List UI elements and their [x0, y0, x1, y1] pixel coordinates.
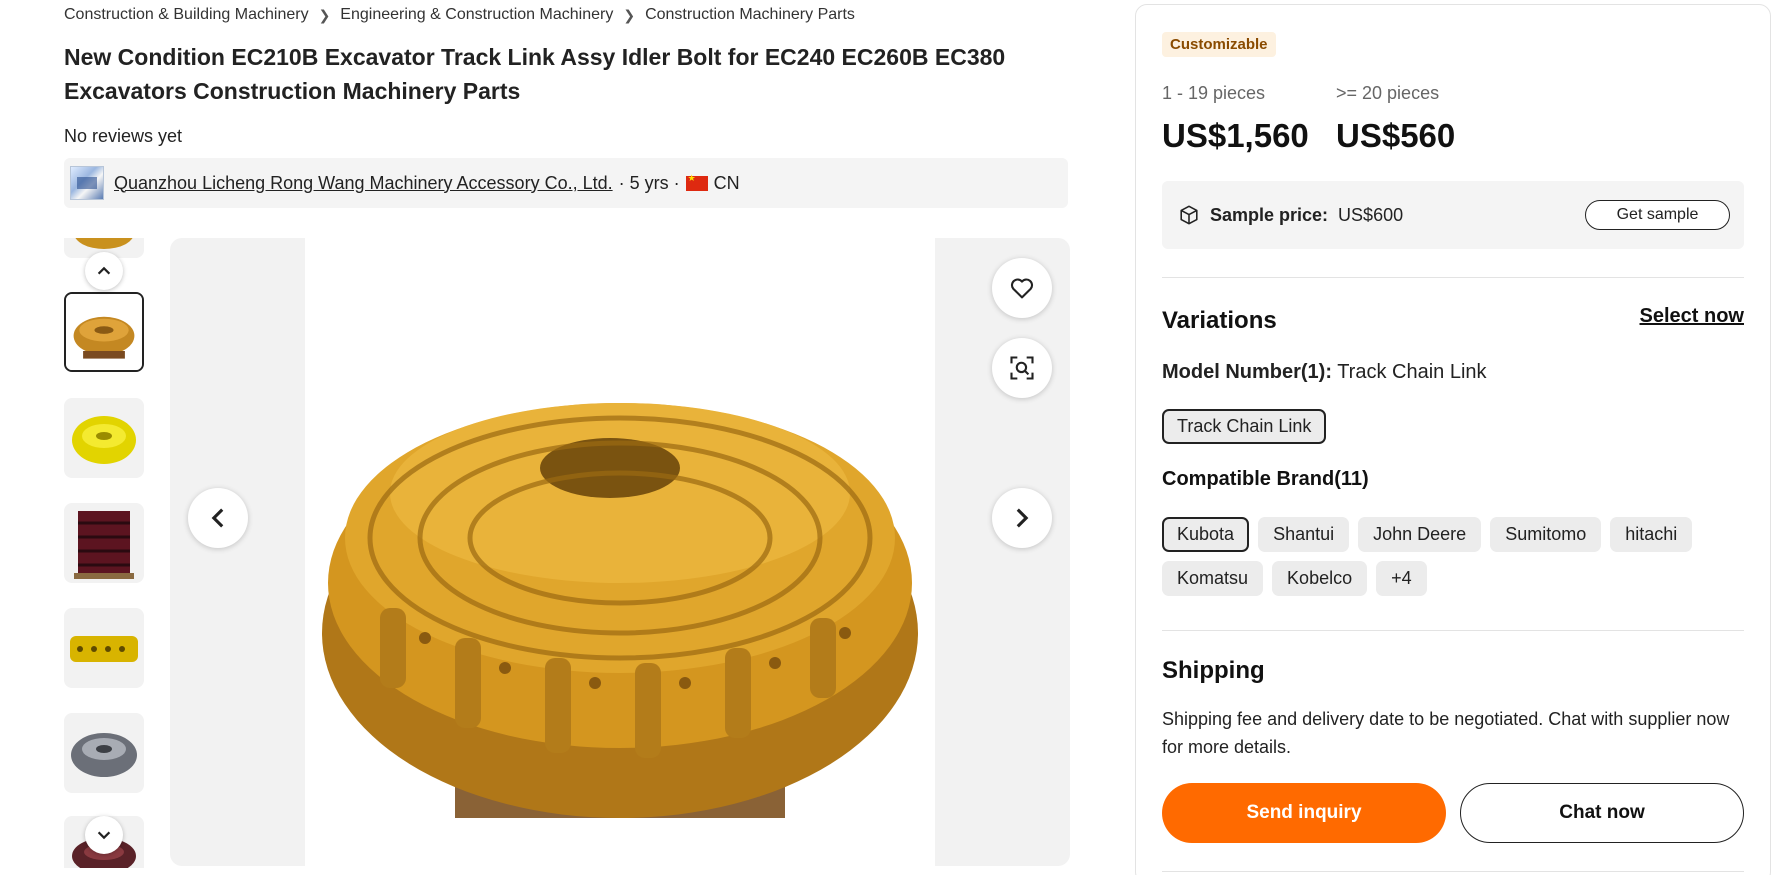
divider: [1162, 871, 1744, 872]
chevron-right-icon: ❯: [318, 6, 331, 23]
brand-option-chip[interactable]: John Deere: [1358, 517, 1482, 552]
breadcrumb-item[interactable]: Engineering & Construction Machinery: [340, 6, 613, 24]
brand-more-chip[interactable]: +4: [1376, 561, 1427, 596]
breadcrumb-item[interactable]: Construction Machinery Parts: [645, 6, 855, 24]
favorite-button[interactable]: [992, 258, 1052, 318]
supplier-meta: · 5 yrs · CN: [619, 173, 740, 194]
chevron-left-icon: [211, 508, 224, 528]
thumbnail-item[interactable]: [64, 713, 144, 793]
get-sample-button[interactable]: Get sample: [1585, 200, 1730, 230]
price-tier-qty: >= 20 pieces: [1336, 83, 1440, 103]
send-inquiry-button[interactable]: Send inquiry: [1162, 783, 1446, 843]
brand-option-chip[interactable]: Kubota: [1162, 517, 1250, 552]
purchase-panel: Customizable 1 - 19 pieces >= 20 pieces …: [1135, 4, 1771, 875]
sample-price-box: Sample price: US$600 Get sample: [1162, 181, 1744, 249]
shipping-title: Shipping: [1162, 657, 1265, 684]
divider: [1162, 630, 1744, 631]
heart-icon: [1010, 278, 1034, 299]
breadcrumb-item[interactable]: Construction & Building Machinery: [64, 6, 309, 24]
brand-option-chip[interactable]: Kobelco: [1272, 561, 1368, 596]
visual-search-button[interactable]: [992, 338, 1052, 398]
box-icon: [1180, 205, 1198, 225]
chevron-right-icon: [1016, 508, 1029, 528]
supplier-logo: [70, 166, 104, 200]
brand-option-chip[interactable]: hitachi: [1610, 517, 1693, 552]
china-flag-icon: [685, 173, 708, 191]
thumbnail-item[interactable]: [64, 503, 144, 583]
chat-now-button[interactable]: Chat now: [1460, 783, 1744, 843]
shipping-description: Shipping fee and delivery date to be neg…: [1162, 709, 1730, 757]
price-tier-value: US$560: [1336, 117, 1456, 154]
breadcrumb: Construction & Building Machinery ❯ Engi…: [64, 6, 855, 24]
thumbnail-item[interactable]: [64, 608, 144, 688]
supplier-name-link[interactable]: Quanzhou Licheng Rong Wang Machinery Acc…: [114, 173, 613, 194]
main-product-image[interactable]: [170, 238, 1070, 866]
prev-image-button[interactable]: [188, 488, 248, 548]
reviews-status: No reviews yet: [64, 126, 183, 146]
thumbnail-strip: [64, 238, 144, 868]
supplier-country: CN: [713, 172, 740, 193]
sample-price-label: Sample price:: [1210, 204, 1329, 225]
thumbnail-down-button[interactable]: [85, 816, 123, 854]
thumbnail-up-button[interactable]: [85, 252, 123, 290]
thumbnail-item[interactable]: [64, 292, 144, 372]
chevron-up-icon: [97, 266, 111, 275]
model-number-label: Model Number(1):: [1162, 361, 1332, 383]
product-photo-area: [305, 238, 935, 866]
sample-price-value: US$600: [1338, 204, 1404, 225]
chevron-right-icon: ❯: [623, 6, 636, 23]
chevron-down-icon: [97, 831, 111, 840]
model-option-chip[interactable]: Track Chain Link: [1162, 409, 1327, 444]
customizable-badge: Customizable: [1162, 32, 1276, 57]
select-now-link[interactable]: Select now: [1640, 305, 1744, 328]
supplier-years: · 5 yrs ·: [618, 172, 680, 193]
brand-option-chip[interactable]: Shantui: [1258, 517, 1350, 552]
brand-options: Kubota Shantui John Deere Sumitomo hitac…: [1162, 517, 1744, 596]
next-image-button[interactable]: [992, 488, 1052, 548]
model-number-value: Track Chain Link: [1337, 361, 1487, 383]
price-tier-qty: 1 - 19 pieces: [1162, 83, 1266, 103]
model-options: Track Chain Link: [1162, 409, 1744, 444]
brand-option-chip[interactable]: Sumitomo: [1490, 517, 1602, 552]
compatible-brand-label: Compatible Brand(11): [1162, 468, 1369, 490]
image-search-icon: [1010, 356, 1034, 380]
variations-title: Variations: [1162, 307, 1277, 334]
price-tier-value: US$1,560: [1162, 117, 1309, 154]
model-number-line: Model Number(1): Track Chain Link: [1162, 361, 1487, 384]
product-title: New Condition EC210B Excavator Track Lin…: [64, 44, 1006, 104]
divider: [1162, 277, 1744, 278]
brand-option-chip[interactable]: Komatsu: [1162, 561, 1264, 596]
supplier-bar: Quanzhou Licheng Rong Wang Machinery Acc…: [64, 158, 1068, 208]
track-chain-illustration: [322, 403, 918, 818]
thumbnail-item[interactable]: [64, 398, 144, 478]
